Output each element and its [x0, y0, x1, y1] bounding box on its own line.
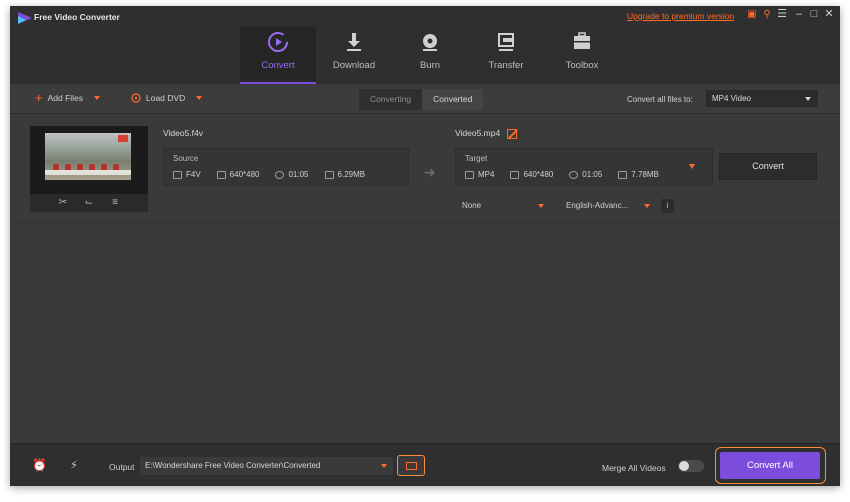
subtitle-value: None — [462, 201, 482, 210]
folder-open-icon — [406, 462, 417, 470]
bottom-bar: ⏰ ⚡ Output E:\Wondershare Free Video Con… — [10, 443, 840, 486]
burn-icon — [423, 34, 437, 51]
tab-toolbox-label: Toolbox — [565, 60, 599, 71]
upgrade-link[interactable]: Upgrade to premium version — [627, 11, 734, 21]
output-path-value: E:\Wondershare Free Video Converter\Conv… — [145, 461, 321, 470]
target-size: 7.78MB — [631, 170, 659, 179]
video-thumbnail-panel: ✂ ⌙ ≡ — [30, 126, 148, 212]
video-thumbnail[interactable] — [45, 133, 131, 180]
merge-all-toggle[interactable] — [678, 460, 704, 472]
close-icon[interactable]: ✕ — [823, 8, 835, 20]
tab-convert[interactable]: Convert — [240, 26, 316, 84]
target-format: MP4 — [478, 170, 495, 179]
chevron-down-icon[interactable] — [196, 96, 203, 100]
subtitle-select[interactable]: None — [457, 198, 549, 214]
convert-button[interactable]: Convert — [719, 153, 817, 180]
file-list-item: ✂ ⌙ ≡ Video5.f4v Source F4V 640*480 01:0… — [10, 118, 840, 223]
convert-all-to-label: Convert all files to: — [627, 95, 693, 104]
toolbar: + Add Files Load DVD Converting Converte… — [10, 86, 840, 114]
folder-icon — [618, 170, 628, 179]
arrow-right-icon: ➜ — [424, 164, 436, 180]
maximize-icon[interactable]: □ — [808, 8, 820, 20]
chevron-down-icon[interactable] — [689, 164, 695, 169]
load-dvd-label: Load DVD — [146, 93, 186, 103]
load-dvd-button[interactable]: Load DVD — [131, 93, 203, 103]
format-icon — [173, 170, 182, 179]
output-path-select[interactable]: E:\Wondershare Free Video Converter\Conv… — [140, 457, 393, 475]
edit-name-icon[interactable] — [507, 129, 517, 139]
source-format: F4V — [186, 170, 201, 179]
target-attributes: MP4 640*480 01:05 7.78MB — [465, 170, 659, 179]
main-nav: Convert Download Burn Transfer Toolbox — [240, 26, 620, 84]
open-folder-button[interactable] — [397, 455, 425, 476]
resolution-icon — [510, 170, 520, 179]
folder-icon — [324, 170, 334, 179]
edit-toolbar: ✂ ⌙ ≡ — [30, 194, 148, 212]
minimize-icon[interactable]: – — [793, 8, 805, 20]
gift-icon[interactable]: ▣ — [746, 9, 758, 21]
app-logo-icon — [18, 12, 32, 24]
add-files-label: Add Files — [47, 93, 84, 103]
source-title: Source — [173, 154, 199, 163]
clock-icon — [275, 170, 285, 179]
toggle-knob — [679, 461, 689, 471]
tab-transfer[interactable]: Transfer — [468, 26, 544, 84]
tab-toolbox[interactable]: Toolbox — [544, 26, 620, 84]
clock-icon — [569, 170, 579, 179]
target-duration: 01:05 — [582, 170, 603, 179]
target-title: Target — [465, 154, 488, 163]
tab-convert-label: Convert — [261, 60, 295, 71]
source-size: 6.29MB — [337, 170, 366, 179]
tab-transfer-label: Transfer — [488, 60, 524, 71]
target-resolution: 640*480 — [523, 170, 554, 179]
convert-icon — [268, 32, 288, 52]
source-file-name: Video5.f4v — [163, 128, 204, 138]
title-bar: Free Video Converter Upgrade to premium … — [10, 6, 840, 84]
convert-all-button[interactable]: Convert All — [720, 452, 820, 479]
key-icon[interactable]: ⚲ — [761, 9, 773, 21]
tab-converting[interactable]: Converting — [359, 89, 423, 110]
trim-icon[interactable]: ✂ — [57, 197, 69, 209]
effects-icon[interactable]: ≡ — [109, 197, 121, 209]
download-icon — [347, 33, 361, 51]
chevron-down-icon — [805, 97, 811, 101]
target-file-name: Video5.mp4 — [455, 128, 501, 138]
source-info: Source F4V 640*480 01:05 6.29MB — [163, 148, 409, 186]
tab-converted[interactable]: Converted — [422, 89, 484, 110]
plus-icon: + — [35, 90, 43, 105]
output-format-select[interactable]: MP4 Video — [706, 90, 818, 107]
info-icon[interactable]: i — [661, 199, 674, 213]
chevron-down-icon[interactable] — [94, 96, 101, 100]
tab-burn[interactable]: Burn — [392, 26, 468, 84]
thumbnail-logo — [118, 135, 128, 142]
menu-icon[interactable]: ☰ — [776, 8, 788, 20]
chevron-down-icon — [538, 204, 544, 208]
output-label: Output — [109, 462, 135, 472]
merge-all-label: Merge All Videos — [602, 463, 666, 473]
tab-download[interactable]: Download — [316, 26, 392, 84]
app-window: Free Video Converter Upgrade to premium … — [10, 6, 840, 486]
chevron-down-icon — [381, 464, 387, 468]
source-attributes: F4V 640*480 01:05 6.29MB — [173, 170, 365, 179]
dvd-icon — [131, 93, 141, 103]
app-title: Free Video Converter — [34, 12, 120, 22]
tab-burn-label: Burn — [419, 60, 441, 71]
audio-track-select[interactable]: English-Advanc... — [561, 198, 655, 214]
conversion-tabs: Converting Converted — [359, 89, 484, 110]
tab-download-label: Download — [332, 60, 376, 71]
toolbox-icon — [574, 32, 590, 49]
audio-track-value: English-Advanc... — [566, 201, 629, 210]
add-files-button[interactable]: + Add Files — [35, 90, 101, 105]
resolution-icon — [216, 170, 226, 179]
target-info[interactable]: Target MP4 640*480 01:05 7.78MB — [455, 148, 713, 186]
alarm-clock-icon[interactable]: ⏰ — [32, 458, 47, 472]
crop-icon[interactable]: ⌙ — [83, 197, 95, 209]
chevron-down-icon — [644, 204, 650, 208]
lightning-icon[interactable]: ⚡ — [67, 458, 81, 472]
transfer-icon — [498, 33, 514, 51]
source-duration: 01:05 — [288, 170, 309, 179]
output-format-value: MP4 Video — [712, 94, 751, 103]
format-icon — [465, 170, 474, 179]
source-resolution: 640*480 — [229, 170, 260, 179]
